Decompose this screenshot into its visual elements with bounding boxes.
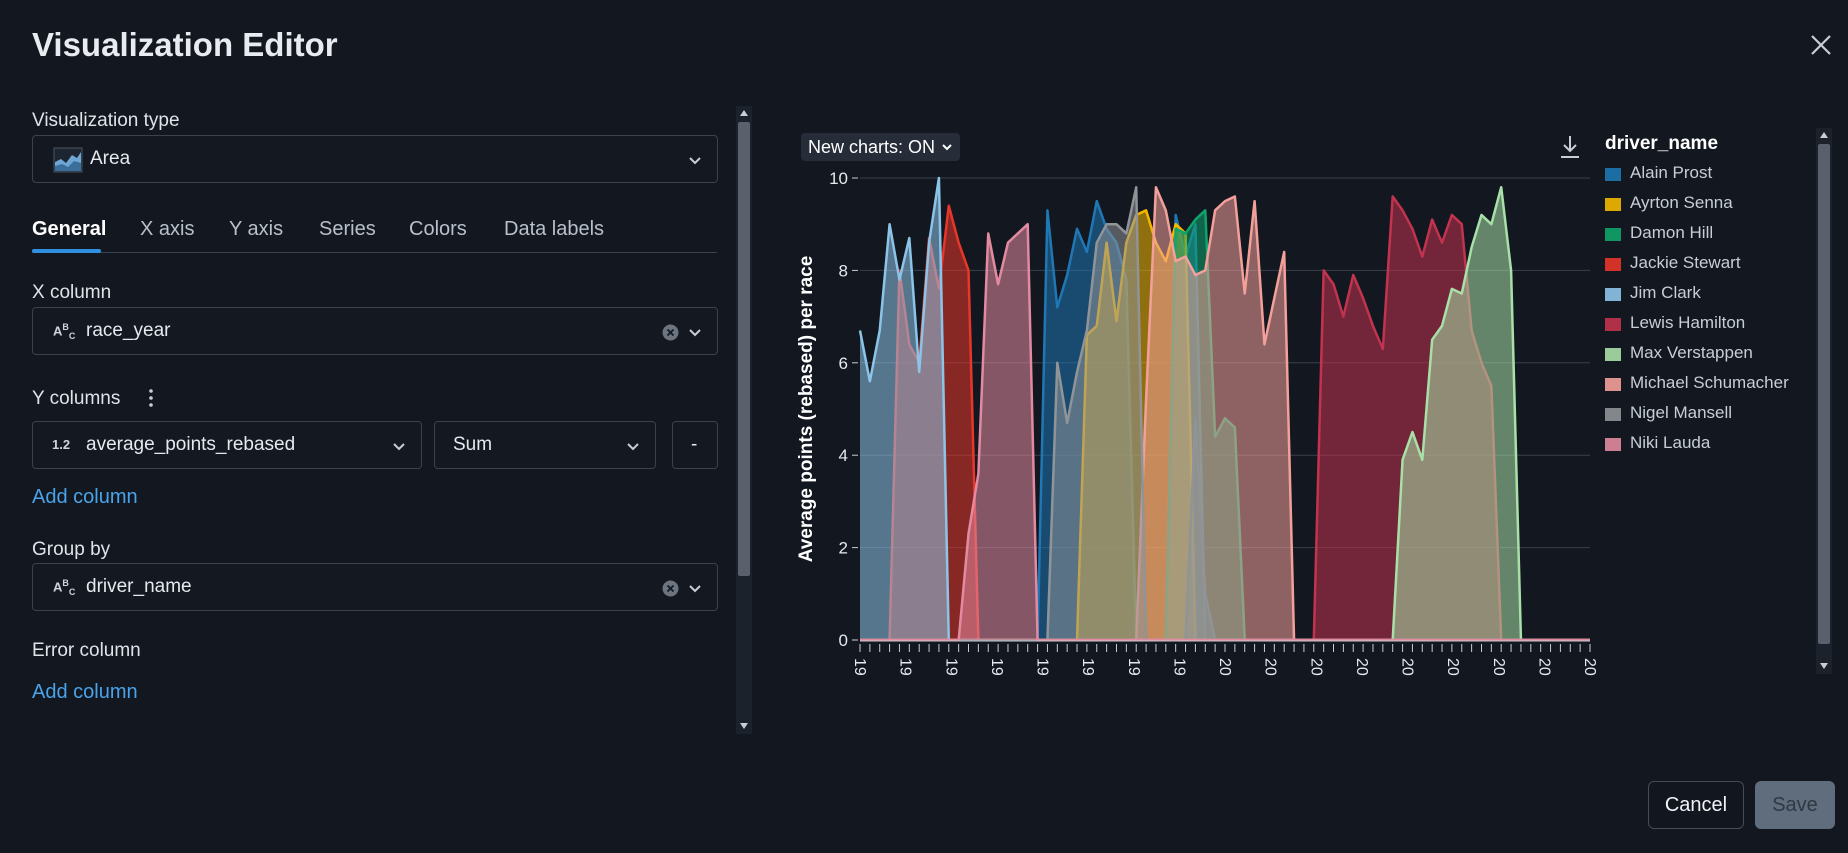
viz-type-select[interactable]: Area [32,135,718,183]
legend-label: Niki Lauda [1630,433,1711,452]
area-chart-icon [53,147,83,173]
scroll-up-icon[interactable] [1820,132,1828,138]
group-by-select[interactable]: ABC driver_name [32,563,718,611]
group-by-label: Group by [32,539,111,560]
legend-swatch [1605,318,1621,331]
add-error-column-link[interactable]: Add column [32,681,138,704]
y-tick-label: 4 [839,446,848,465]
tab-y-axis[interactable]: Y axis [229,218,283,241]
chevron-down-icon [689,329,701,337]
legend-swatch [1605,348,1621,361]
add-y-column-link[interactable]: Add column [32,486,138,509]
page-title: Visualization Editor [32,26,338,63]
legend-scrollbar[interactable] [1816,128,1832,674]
legend-title: driver_name [1605,133,1719,154]
x-tick-label: 20 [1216,658,1233,676]
legend-swatch [1605,408,1621,421]
x-tick-label: 19 [1125,658,1142,676]
legend-swatch [1605,258,1621,271]
viz-type-value: Area [90,148,131,169]
legend-label: Michael Schumacher [1630,373,1789,392]
remove-column-label: - [691,434,698,455]
legend-label: Jackie Stewart [1630,253,1741,272]
x-tick-label: 19 [851,658,868,676]
y-tick-label: 10 [829,169,848,188]
y-tick-label: 0 [839,631,848,650]
x-tick-label: 20 [1262,658,1279,676]
legend-swatch [1605,228,1621,241]
x-tick-label: 20 [1490,658,1507,676]
save-button[interactable]: Save [1755,781,1835,829]
x-tick-label: 20 [1581,658,1598,676]
y-tick-label: 2 [839,539,848,558]
legend-label: Nigel Mansell [1630,403,1733,422]
legend-label: Lewis Hamilton [1630,313,1746,332]
cancel-button[interactable]: Cancel [1648,781,1744,829]
settings-scrollbar[interactable] [736,106,752,734]
group-by-value: driver_name [86,576,192,597]
scroll-down-icon[interactable] [740,723,748,729]
x-tick-label: 19 [897,658,914,676]
tab-general[interactable]: General [32,218,106,241]
x-tick-label: 19 [1034,658,1051,676]
string-type-icon: ABC [53,322,76,341]
y-tick-label: 6 [839,354,848,373]
chevron-down-icon [393,443,405,451]
string-type-icon: ABC [53,578,76,597]
legend-swatch [1605,198,1621,211]
tab-series[interactable]: Series [319,218,376,241]
numeric-type-icon: 1.2 [52,437,71,452]
chevron-down-icon [627,443,639,451]
x-column-select[interactable]: ABC race_year [32,307,718,355]
x-tick-label: 19 [988,658,1005,676]
x-column-label: X column [32,282,112,303]
x-column-value: race_year [86,320,171,341]
scroll-thumb[interactable] [738,122,750,576]
kebab-menu-icon[interactable] [144,387,158,409]
close-icon[interactable] [1806,30,1836,60]
y-tick-label: 8 [839,261,848,280]
aggregation-select[interactable]: Sum [434,421,656,469]
x-tick-label: 19 [942,658,959,676]
legend-label: Jim Clark [1630,283,1701,302]
tab-colors[interactable]: Colors [409,218,467,241]
x-tick-label: 19 [1170,658,1187,676]
legend-label: Damon Hill [1630,223,1714,242]
x-tick-label: 20 [1307,658,1324,676]
clear-icon[interactable] [662,580,679,597]
error-column-label: Error column [32,640,141,661]
aggregation-value: Sum [453,434,493,455]
tab-data-labels[interactable]: Data labels [504,218,604,241]
legend-label: Ayrton Senna [1630,193,1733,212]
remove-column-button[interactable]: - [672,421,718,469]
legend-swatch [1605,438,1621,451]
x-tick-label: 20 [1444,658,1461,676]
chevron-down-icon [689,585,701,593]
tab-x-axis[interactable]: X axis [140,218,194,241]
y-axis-label: Average points (rebased) per race [796,256,817,563]
y-columns-label: Y columns [32,388,121,409]
x-tick-label: 20 [1535,658,1552,676]
legend-swatch [1605,168,1621,181]
x-tick-label: 19 [1079,658,1096,676]
viz-type-label: Visualization type [32,110,180,131]
active-tab-indicator [32,249,101,253]
x-tick-label: 20 [1353,658,1370,676]
y-column-select[interactable]: 1.2 average_points_rebased [32,421,422,469]
scroll-thumb[interactable] [1818,144,1830,644]
clear-icon[interactable] [662,324,679,341]
y-column-value: average_points_rebased [86,434,296,455]
scroll-up-icon[interactable] [740,110,748,116]
legend-swatch [1605,378,1621,391]
legend-swatch [1605,288,1621,301]
legend-label: Alain Prost [1630,163,1713,182]
x-tick-label: 20 [1399,658,1416,676]
area-chart: 0 2 4 6 8 10 Average points (rebased) per race… [796,169,1598,676]
legend-label: Max Verstappen [1630,343,1753,362]
chevron-down-icon [689,157,701,165]
tab-bar: General X axis Y axis Series Colors Data… [32,218,717,253]
scroll-down-icon[interactable] [1820,663,1828,669]
